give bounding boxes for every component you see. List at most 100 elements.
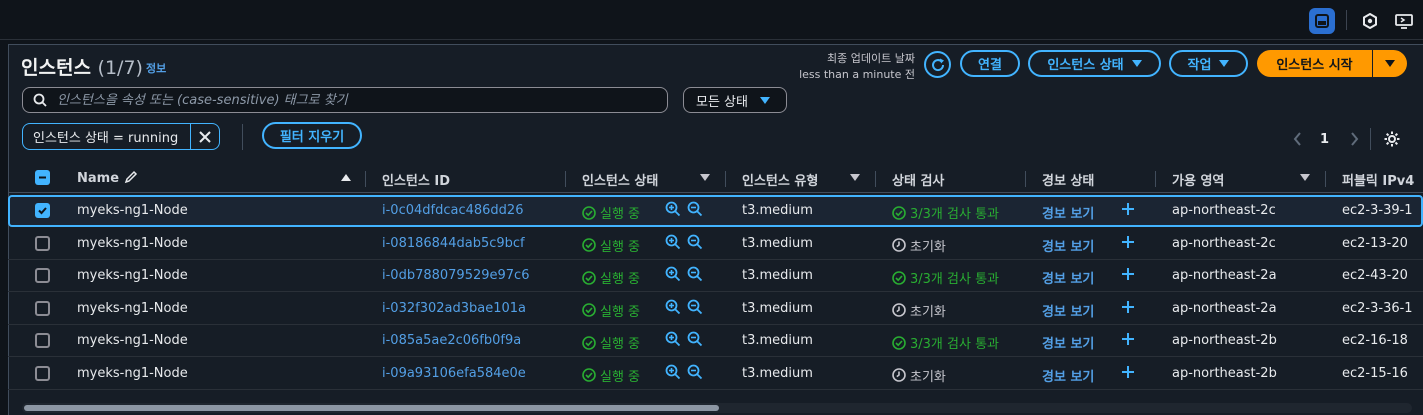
sort-icon[interactable] bbox=[850, 174, 860, 181]
zoom-in-icon[interactable] bbox=[665, 266, 681, 282]
view-alarms-link[interactable]: 경보 보기 bbox=[1042, 268, 1094, 287]
instance-state-button[interactable]: 인스턴스 상태 bbox=[1028, 50, 1161, 77]
search-input[interactable] bbox=[57, 92, 637, 108]
zoom-out-icon[interactable] bbox=[687, 201, 703, 217]
check-circle-icon bbox=[582, 270, 596, 285]
sort-icon[interactable] bbox=[1300, 174, 1310, 181]
instance-id-link[interactable]: i-0db788079529e97c6 bbox=[382, 268, 529, 283]
connect-button[interactable]: 연결 bbox=[960, 50, 1020, 77]
table-row[interactable]: myeks-ng1-Node i-032f302ad3bae101a 실행 중 t3.… bbox=[8, 293, 1423, 325]
check-circle-icon bbox=[582, 238, 596, 252]
plus-icon[interactable] bbox=[1120, 299, 1136, 315]
plus-icon[interactable] bbox=[1120, 234, 1136, 250]
row-checkbox[interactable] bbox=[35, 333, 50, 348]
public-ipv4-dns: ec2-43-20 bbox=[1342, 268, 1408, 283]
row-checkbox[interactable] bbox=[35, 235, 50, 251]
view-alarms-link[interactable]: 경보 보기 bbox=[1042, 333, 1094, 352]
table-row[interactable]: myeks-ng1-Node i-0c04dfdcac486dd26 실행 중 t3.… bbox=[8, 195, 1423, 227]
page-title: 인스턴스 (1/7) bbox=[21, 53, 143, 80]
zoom-in-icon[interactable] bbox=[665, 331, 681, 347]
launch-instances-button[interactable]: 인스턴스 시작 bbox=[1257, 50, 1372, 77]
state-filter-select[interactable]: 모든 상태 bbox=[683, 87, 787, 113]
filter-token-text[interactable]: 인스턴스 상태 = running bbox=[23, 124, 191, 149]
availability-zone: ap-northeast-2b bbox=[1172, 365, 1277, 381]
scrollbar-thumb[interactable] bbox=[24, 405, 719, 411]
last-updated-value: less than a minute 전 bbox=[799, 68, 915, 81]
next-page-button[interactable] bbox=[1348, 131, 1360, 151]
plus-icon[interactable] bbox=[1120, 201, 1136, 217]
caret-down-icon bbox=[1385, 60, 1395, 67]
table-row[interactable]: myeks-ng1-Node i-085a5ae2c06fb0f9a 실행 중 t3.… bbox=[8, 325, 1423, 357]
column-header-availability-zone[interactable]: 가용 영역 bbox=[1172, 170, 1224, 189]
remove-filter-button[interactable] bbox=[191, 130, 219, 144]
state-filter-value: 모든 상태 bbox=[696, 94, 748, 110]
zoom-in-icon[interactable] bbox=[665, 364, 681, 380]
view-alarms-link[interactable]: 경보 보기 bbox=[1042, 301, 1094, 320]
status-check: 초기화 bbox=[892, 236, 946, 255]
plus-icon[interactable] bbox=[1120, 364, 1136, 380]
zoom-in-icon[interactable] bbox=[665, 201, 681, 217]
add-alarm-button[interactable] bbox=[1120, 331, 1136, 351]
page-number[interactable]: 1 bbox=[1320, 132, 1329, 147]
column-divider bbox=[725, 171, 726, 187]
hexagon-icon[interactable] bbox=[1357, 8, 1383, 34]
view-alarms-link[interactable]: 경보 보기 bbox=[1042, 203, 1094, 222]
info-link[interactable]: 정보 bbox=[146, 60, 166, 76]
column-header-name[interactable]: Name bbox=[77, 170, 138, 186]
table-row[interactable]: myeks-ng1-Node i-08186844dab5c9bcf 실행 중 t3.… bbox=[8, 228, 1423, 260]
sort-ascending-icon[interactable] bbox=[341, 174, 351, 181]
zoom-in-icon[interactable] bbox=[665, 234, 681, 250]
plus-icon[interactable] bbox=[1120, 331, 1136, 347]
column-header-instance-id[interactable]: 인스턴스 ID bbox=[382, 170, 450, 189]
table-settings-button[interactable] bbox=[1383, 130, 1401, 152]
search-box bbox=[22, 87, 668, 113]
add-alarm-button[interactable] bbox=[1120, 201, 1136, 221]
instance-state-status: 실행 중 bbox=[582, 366, 640, 385]
previous-page-button[interactable] bbox=[1292, 131, 1304, 151]
zoom-out-icon[interactable] bbox=[687, 331, 703, 347]
instance-id-link[interactable]: i-0c04dfdcac486dd26 bbox=[382, 203, 523, 218]
row-checkbox[interactable] bbox=[35, 268, 50, 283]
zoom-out-icon[interactable] bbox=[687, 364, 703, 380]
table-row[interactable]: myeks-ng1-Node i-09a93106efa584e0e 실행 중 t3.… bbox=[8, 358, 1423, 390]
state-filter-zoom bbox=[665, 266, 703, 282]
zoom-in-icon[interactable] bbox=[665, 299, 681, 315]
panel-icon[interactable] bbox=[1309, 8, 1335, 34]
monitor-icon[interactable] bbox=[1391, 8, 1417, 34]
launch-dropdown-button[interactable] bbox=[1373, 50, 1407, 77]
instance-id-link[interactable]: i-08186844dab5c9bcf bbox=[382, 236, 525, 251]
minus-icon bbox=[39, 176, 46, 179]
row-checkbox[interactable] bbox=[35, 365, 50, 381]
column-divider bbox=[1155, 171, 1156, 187]
actions-button[interactable]: 작업 bbox=[1169, 50, 1248, 77]
instance-state-text: 실행 중 bbox=[600, 239, 641, 255]
table-row[interactable]: myeks-ng1-Node i-0db788079529e97c6 실행 중 t3.… bbox=[8, 260, 1423, 292]
sort-icon[interactable] bbox=[700, 174, 710, 181]
instance-id-link[interactable]: i-09a93106efa584e0e bbox=[382, 366, 526, 381]
check-circle-icon bbox=[892, 335, 906, 350]
column-header-alarm-status[interactable]: 경보 상태 bbox=[1042, 170, 1094, 189]
column-header-status-check[interactable]: 상태 검사 bbox=[892, 170, 944, 189]
column-header-instance-type[interactable]: 인스턴스 유형 bbox=[742, 170, 818, 189]
select-all-checkbox[interactable] bbox=[35, 170, 50, 185]
check-icon bbox=[38, 207, 47, 215]
column-header-instance-state[interactable]: 인스턴스 상태 bbox=[582, 170, 658, 189]
plus-icon[interactable] bbox=[1120, 266, 1136, 282]
zoom-out-icon[interactable] bbox=[687, 299, 703, 315]
view-alarms-link[interactable]: 경보 보기 bbox=[1042, 236, 1094, 255]
instance-id-link[interactable]: i-085a5ae2c06fb0f9a bbox=[382, 333, 521, 348]
refresh-button[interactable] bbox=[924, 51, 951, 78]
view-alarms-link[interactable]: 경보 보기 bbox=[1042, 366, 1094, 385]
zoom-out-icon[interactable] bbox=[687, 234, 703, 250]
clear-filters-button[interactable]: 필터 지우기 bbox=[262, 122, 362, 149]
add-alarm-button[interactable] bbox=[1120, 364, 1136, 384]
row-checkbox[interactable] bbox=[35, 300, 50, 316]
zoom-out-icon[interactable] bbox=[687, 266, 703, 282]
horizontal-scrollbar[interactable] bbox=[22, 403, 1412, 413]
column-header-public-ipv4[interactable]: 퍼블릭 IPv4 bbox=[1342, 170, 1414, 189]
add-alarm-button[interactable] bbox=[1120, 266, 1136, 286]
instance-id-link[interactable]: i-032f302ad3bae101a bbox=[382, 301, 526, 316]
add-alarm-button[interactable] bbox=[1120, 299, 1136, 319]
row-checkbox[interactable] bbox=[35, 203, 50, 218]
add-alarm-button[interactable] bbox=[1120, 234, 1136, 254]
